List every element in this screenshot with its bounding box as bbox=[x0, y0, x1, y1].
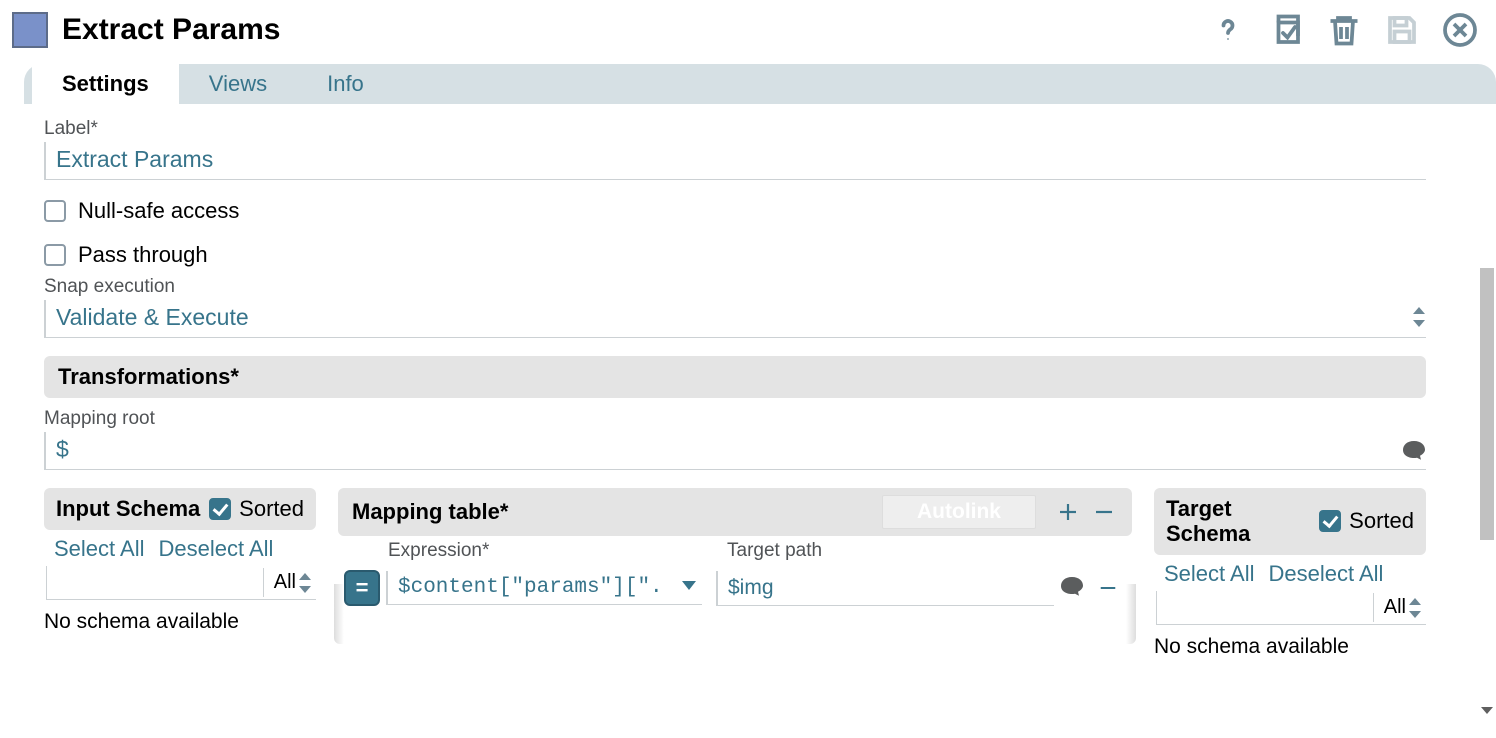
mapping-root-input[interactable] bbox=[44, 432, 1426, 470]
input-schema-links: Select All Deselect All bbox=[44, 530, 316, 564]
close-icon[interactable] bbox=[1442, 12, 1478, 48]
null-safe-label: Null-safe access bbox=[78, 198, 239, 224]
mapping-table-panel: Mapping table* Autolink Expression* Targ… bbox=[338, 488, 1132, 614]
snap-execution-value: Validate & Execute bbox=[46, 300, 1426, 337]
snap-execution-field: Snap execution Validate & Execute bbox=[44, 276, 1476, 338]
panel-edge bbox=[334, 584, 344, 644]
target-path-input[interactable]: $img bbox=[716, 571, 1054, 606]
remove-this-row-button[interactable] bbox=[1090, 573, 1126, 603]
dialog-header: Extract Params bbox=[0, 0, 1496, 64]
target-all-label: All bbox=[1384, 596, 1406, 618]
input-sorted-toggle[interactable]: Sorted bbox=[209, 496, 304, 522]
mapping-root-caption: Mapping root bbox=[44, 408, 1426, 430]
target-schema-header: Target Schema Sorted bbox=[1154, 488, 1426, 555]
target-all-select[interactable]: All bbox=[1373, 593, 1426, 622]
select-arrows-icon bbox=[1406, 595, 1424, 621]
input-sorted-label: Sorted bbox=[239, 496, 304, 522]
target-schema-panel: Target Schema Sorted Select All Deselect… bbox=[1154, 488, 1426, 663]
tab-info[interactable]: Info bbox=[297, 64, 394, 104]
input-all-label: All bbox=[274, 571, 296, 593]
mapping-row: = $content["params"][". $img bbox=[338, 562, 1132, 614]
target-no-schema: No schema available bbox=[1154, 631, 1426, 663]
target-schema-filter: All bbox=[1156, 591, 1426, 625]
snap-execution-select[interactable]: Validate & Execute bbox=[44, 300, 1426, 338]
pass-through-row[interactable]: Pass through bbox=[44, 242, 1476, 268]
label-field: Label* bbox=[44, 118, 1476, 180]
null-safe-row[interactable]: Null-safe access bbox=[44, 198, 1476, 224]
input-all-select[interactable]: All bbox=[263, 568, 316, 597]
row-comment-icon[interactable] bbox=[1060, 576, 1084, 601]
mapping-table-header: Mapping table* Autolink bbox=[338, 488, 1132, 536]
comment-icon[interactable] bbox=[1402, 440, 1426, 465]
target-sorted-checkbox[interactable] bbox=[1319, 510, 1341, 532]
remove-row-button[interactable] bbox=[1086, 497, 1122, 527]
input-schema-panel: Input Schema Sorted Select All Deselect … bbox=[44, 488, 316, 638]
copy-icon[interactable] bbox=[1268, 12, 1304, 48]
input-sorted-checkbox[interactable] bbox=[209, 498, 231, 520]
target-select-all[interactable]: Select All bbox=[1164, 561, 1255, 587]
mapping-table-title: Mapping table* bbox=[352, 499, 508, 525]
pass-through-label: Pass through bbox=[78, 242, 208, 268]
transformations-header: Transformations* bbox=[44, 356, 1426, 398]
mapping-root-field: Mapping root bbox=[44, 408, 1426, 470]
input-deselect-all[interactable]: Deselect All bbox=[159, 536, 274, 562]
save-icon[interactable] bbox=[1384, 12, 1420, 48]
target-deselect-all[interactable]: Deselect All bbox=[1269, 561, 1384, 587]
autolink-button[interactable]: Autolink bbox=[882, 495, 1036, 529]
input-schema-title: Input Schema bbox=[56, 496, 200, 521]
pass-through-checkbox[interactable] bbox=[44, 244, 66, 266]
expression-input[interactable]: $content["params"][". bbox=[386, 571, 702, 605]
input-schema-filter: All bbox=[46, 566, 316, 600]
select-arrows-icon bbox=[296, 570, 314, 596]
snap-type-icon bbox=[12, 12, 48, 48]
dialog-title: Extract Params bbox=[62, 13, 1210, 47]
null-safe-checkbox[interactable] bbox=[44, 200, 66, 222]
dropdown-icon[interactable] bbox=[682, 581, 696, 590]
target-sorted-toggle[interactable]: Sorted bbox=[1319, 508, 1414, 534]
panels-row: Input Schema Sorted Select All Deselect … bbox=[44, 488, 1426, 663]
delete-icon[interactable] bbox=[1326, 12, 1362, 48]
settings-content: Label* Null-safe access Pass through Sna… bbox=[0, 104, 1496, 663]
target-column-header: Target path bbox=[727, 540, 1056, 562]
input-schema-header: Input Schema Sorted bbox=[44, 488, 316, 530]
header-actions bbox=[1210, 12, 1484, 48]
help-icon[interactable] bbox=[1210, 12, 1246, 48]
target-sorted-label: Sorted bbox=[1349, 508, 1414, 534]
snap-execution-caption: Snap execution bbox=[44, 276, 1476, 298]
expression-toggle-button[interactable]: = bbox=[344, 570, 380, 606]
tab-bar: Settings Views Info bbox=[24, 64, 1496, 104]
mapping-columns: Expression* Target path bbox=[338, 536, 1132, 562]
mapping-header-actions: Autolink bbox=[882, 495, 1122, 529]
input-no-schema: No schema available bbox=[44, 606, 316, 638]
target-schema-links: Select All Deselect All bbox=[1154, 555, 1426, 589]
add-row-button[interactable] bbox=[1050, 497, 1086, 527]
select-arrows-icon bbox=[1410, 304, 1428, 330]
label-caption: Label* bbox=[44, 118, 1476, 140]
label-input[interactable] bbox=[44, 142, 1426, 180]
target-schema-title: Target Schema bbox=[1166, 496, 1319, 547]
tab-views[interactable]: Views bbox=[179, 64, 297, 104]
expression-column-header: Expression* bbox=[388, 540, 717, 562]
panel-edge bbox=[1126, 584, 1136, 644]
scroll-down-icon[interactable] bbox=[1478, 702, 1496, 720]
input-select-all[interactable]: Select All bbox=[54, 536, 145, 562]
tab-settings[interactable]: Settings bbox=[32, 64, 179, 104]
